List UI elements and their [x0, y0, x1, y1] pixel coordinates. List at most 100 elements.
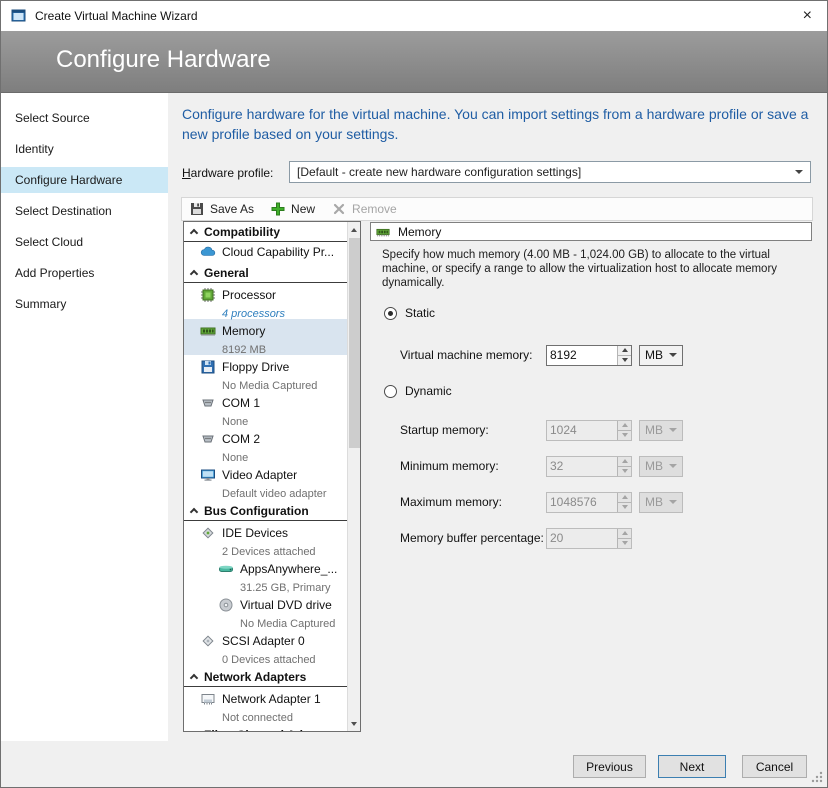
chevron-down-icon: [669, 428, 677, 432]
tree-item-sub: None: [222, 416, 248, 428]
vm-memory-row: Virtual machine memory: MB: [400, 344, 683, 366]
floppy-drive-icon: [200, 359, 216, 375]
dynamic-radio-row[interactable]: Dynamic: [384, 384, 452, 398]
startup-memory-spin-buttons: [617, 421, 631, 440]
tree-item-sub: Not connected: [222, 712, 293, 724]
com-port-icon: [200, 395, 216, 411]
sidebar-item-identity[interactable]: Identity: [1, 136, 168, 162]
cancel-button[interactable]: Cancel: [742, 755, 807, 778]
tree-category-bus-configuration[interactable]: Bus Configuration: [184, 501, 347, 521]
vm-memory-unit-select[interactable]: MB: [639, 345, 683, 366]
tree-category-network-adapters[interactable]: Network Adapters: [184, 667, 347, 687]
tree-item-sub: 4 processors: [222, 308, 285, 320]
tree-item-label: Memory: [222, 324, 265, 338]
tree-item-com-2[interactable]: COM 2None: [184, 427, 347, 463]
tree-item-sub: No Media Captured: [222, 380, 317, 392]
memory-buffer-input: [547, 529, 617, 548]
tree-item-label: Floppy Drive: [222, 360, 289, 374]
sidebar-item-select-cloud[interactable]: Select Cloud: [1, 229, 168, 255]
startup-memory-input: [547, 421, 617, 440]
spin-up-icon: [622, 423, 628, 427]
memory-buffer-row: Memory buffer percentage:: [400, 527, 632, 549]
dynamic-radio[interactable]: [384, 385, 397, 398]
save-as-button[interactable]: Save As: [189, 201, 254, 217]
spin-down-button[interactable]: [618, 355, 631, 365]
tree-item-cloud-capability-pr[interactable]: Cloud Capability Pr...: [184, 242, 347, 261]
tree-item-processor[interactable]: Processor 4 processors: [184, 283, 347, 319]
sidebar-item-configure-hardware[interactable]: Configure Hardware: [1, 167, 168, 193]
window-title: Create Virtual Machine Wizard: [35, 9, 198, 23]
spin-up-icon: [622, 495, 628, 499]
maximum-memory-spinbox: [546, 492, 632, 513]
hard-disk-icon: [218, 561, 234, 577]
maximum-memory-input: [547, 493, 617, 512]
vm-memory-input[interactable]: [547, 346, 617, 365]
memory-buffer-spin-buttons: [617, 529, 631, 548]
scrollbar-thumb[interactable]: [349, 238, 360, 448]
tree-item-ide-devices[interactable]: IDE Devices2 Devices attached: [184, 521, 347, 557]
sidebar-item-select-source[interactable]: Select Source: [1, 105, 168, 131]
startup-memory-row: Startup memory: MB: [400, 419, 683, 441]
profile-toolbar: Save As New Remove: [181, 197, 813, 221]
memory-panel-header: Memory: [370, 222, 812, 241]
tree-scrollbar[interactable]: [347, 222, 360, 731]
tree-item-label: Cloud Capability Pr...: [222, 245, 334, 259]
tree-category-label: Bus Configuration: [204, 504, 309, 518]
tree-category-general[interactable]: General: [184, 263, 347, 283]
next-button[interactable]: Next: [658, 755, 726, 778]
sidebar-item-add-properties[interactable]: Add Properties: [1, 260, 168, 286]
vm-memory-unit-value: MB: [645, 348, 663, 362]
hardware-profile-select[interactable]: [Default - create new hardware configura…: [289, 161, 811, 183]
static-radio[interactable]: [384, 307, 397, 320]
tree-item-scsi-adapter-0[interactable]: SCSI Adapter 00 Devices attached: [184, 629, 347, 665]
spin-up-icon: [622, 531, 628, 535]
new-label: New: [291, 202, 315, 216]
close-icon[interactable]: ×: [798, 8, 817, 24]
tree-item-label: COM 1: [222, 396, 260, 410]
spin-down-icon: [622, 469, 628, 473]
com-port-icon: [200, 431, 216, 447]
scroll-up-icon: [351, 228, 357, 232]
hardware-profile-value: [Default - create new hardware configura…: [297, 165, 581, 179]
minimum-memory-spinbox: [546, 456, 632, 477]
scroll-down-button[interactable]: [348, 716, 360, 731]
tree-item-com-1[interactable]: COM 1 None: [184, 391, 347, 427]
tree-item-sub: 8192 MB: [222, 344, 266, 356]
tree-item-network-adapter-1[interactable]: Network Adapter 1Not connected: [184, 687, 347, 723]
minimum-memory-spin-buttons: [617, 457, 631, 476]
spin-up-button: [618, 457, 631, 466]
tree-item-appsanywhere[interactable]: AppsAnywhere_...31.25 GB, Primary: [184, 557, 347, 593]
memory-description: Specify how much memory (4.00 MB - 1,024…: [382, 248, 806, 290]
remove-icon: [331, 201, 347, 217]
spin-up-button[interactable]: [618, 346, 631, 355]
titlebar: Create Virtual Machine Wizard ×: [1, 1, 827, 31]
remove-button: Remove: [331, 201, 397, 217]
spin-down-button: [618, 502, 631, 512]
static-radio-row[interactable]: Static: [384, 306, 435, 320]
scroll-down-icon: [351, 722, 357, 726]
vm-memory-spin-buttons: [617, 346, 631, 365]
video-adapter-icon: [200, 467, 216, 483]
cloud-icon: [200, 244, 216, 260]
spin-up-button: [618, 529, 631, 538]
collapse-chevron-icon: [190, 270, 198, 278]
chevron-down-icon: [669, 464, 677, 468]
tree-item-memory[interactable]: Memory 8192 MB: [184, 319, 347, 355]
sidebar-item-select-destination[interactable]: Select Destination: [1, 198, 168, 224]
minimum-memory-unit-value: MB: [645, 459, 663, 473]
sidebar-item-summary[interactable]: Summary: [1, 291, 168, 317]
tree-category-compatibility[interactable]: Compatibility: [184, 222, 347, 242]
scroll-up-button[interactable]: [348, 222, 360, 237]
spin-down-icon: [622, 541, 628, 545]
maximum-memory-label: Maximum memory:: [400, 495, 546, 509]
resize-grip[interactable]: [810, 770, 824, 784]
tree-item-video-adapter[interactable]: Video AdapterDefault video adapter: [184, 463, 347, 499]
new-button[interactable]: New: [270, 201, 315, 217]
tree-item-floppy-drive[interactable]: Floppy Drive No Media Captured: [184, 355, 347, 391]
tree-item-label: COM 2: [222, 432, 260, 446]
previous-button[interactable]: Previous: [573, 755, 646, 778]
tree-item-label: Processor: [222, 288, 276, 302]
minimum-memory-input: [547, 457, 617, 476]
tree-item-virtual-dvd-drive[interactable]: Virtual DVD driveNo Media Captured: [184, 593, 347, 629]
spin-up-button: [618, 421, 631, 430]
